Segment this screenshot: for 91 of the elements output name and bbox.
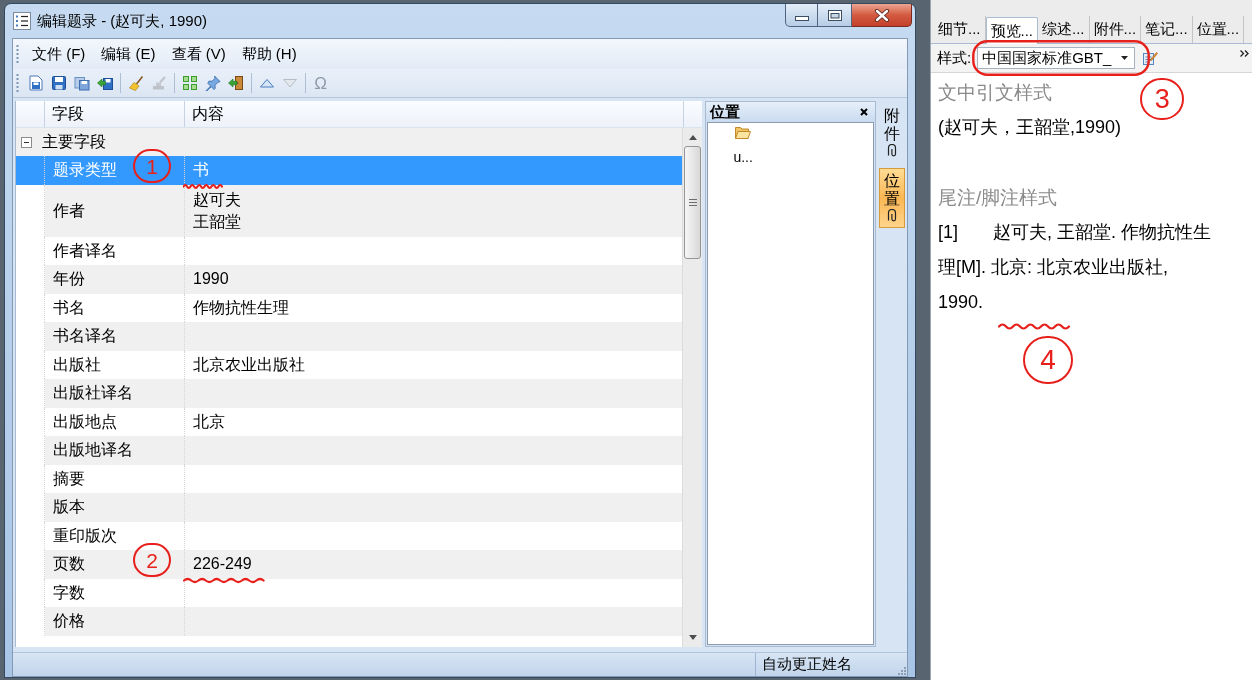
- menu-item[interactable]: 编辑 (E): [93, 42, 164, 66]
- field-value: 书: [193, 160, 209, 181]
- annotation-number: 4: [1023, 336, 1073, 384]
- grip-icon[interactable]: [16, 73, 19, 93]
- window-title: 编辑题录 - (赵可夫, 1990): [37, 10, 208, 31]
- status-text: 自动更正姓名: [762, 654, 852, 675]
- field-value: 1990: [193, 269, 229, 290]
- menu-item[interactable]: 文件 (F): [24, 42, 94, 66]
- field-name: 页数: [53, 554, 85, 575]
- paperclip-icon: [885, 144, 898, 159]
- field-value: 226-249: [193, 554, 252, 575]
- group-label: 主要字段: [42, 132, 106, 152]
- table-row[interactable]: 出版社译名: [16, 379, 683, 408]
- section-heading: 尾注/脚注样式: [938, 186, 1058, 210]
- field-name: 出版社译名: [53, 383, 133, 404]
- minimize-button[interactable]: [785, 4, 818, 27]
- style-label: 样式:: [937, 47, 972, 68]
- table-row[interactable]: 出版地译名: [16, 436, 683, 465]
- grip-icon[interactable]: [16, 44, 19, 64]
- double-chevron-icon[interactable]: [1240, 50, 1249, 57]
- tab[interactable]: 细节...: [934, 16, 986, 43]
- field-name: 年份: [53, 269, 85, 290]
- menu-item[interactable]: 查看 (V): [163, 42, 234, 66]
- column-header: 内容: [192, 104, 224, 124]
- group-row[interactable]: 主要字段: [16, 128, 683, 156]
- field-name: 价格: [53, 611, 85, 632]
- scroll-up-icon[interactable]: [688, 135, 697, 140]
- table-row[interactable]: 版本: [16, 493, 683, 522]
- close-icon: [873, 8, 890, 22]
- section-heading: 文中引文样式: [938, 81, 1052, 105]
- scrollbar-thumb[interactable]: [684, 146, 702, 259]
- page-floppy-icon[interactable]: [27, 75, 44, 91]
- floppy-pair-icon[interactable]: [73, 75, 90, 91]
- thumb-grip-icon: [688, 199, 697, 206]
- side-tab[interactable]: 位置: [878, 168, 905, 229]
- field-name: 版本: [53, 497, 85, 518]
- tab[interactable]: 位置...: [1192, 16, 1245, 43]
- close-button[interactable]: [852, 4, 912, 27]
- table-row[interactable]: 价格: [16, 607, 683, 636]
- field-name: 出版地点: [53, 411, 117, 432]
- column-header: 字段: [52, 104, 84, 124]
- field-value: 作物抗性生理: [193, 297, 289, 318]
- minimize-icon: [794, 16, 809, 21]
- arrow-floppy-icon[interactable]: [96, 75, 113, 91]
- table-row[interactable]: 书名译名: [16, 322, 683, 351]
- tree-item[interactable]: u...: [733, 149, 753, 165]
- collapse-icon[interactable]: [21, 136, 32, 148]
- side-tab[interactable]: 附件: [878, 103, 905, 164]
- scroll-down-icon[interactable]: [688, 635, 697, 640]
- tab[interactable]: 附件...: [1089, 16, 1142, 43]
- citation-text: [1] 赵可夫, 王韶堂. 作物抗性生理[M]. 北京: 北京农业出版社, 1990.: [938, 221, 1213, 314]
- resize-grip-icon[interactable]: [898, 667, 906, 675]
- field-name: 题录类型: [53, 160, 117, 181]
- broom-icon[interactable]: [127, 75, 144, 91]
- field-value: 北京农业出版社: [193, 354, 305, 375]
- field-value: 赵可夫: [193, 189, 241, 210]
- table-row[interactable]: 年份 1990: [16, 265, 683, 294]
- table-row[interactable]: 作者 赵可夫 王韶堂: [16, 184, 683, 237]
- caret-icon: [1121, 56, 1129, 60]
- list-icon: [13, 12, 31, 30]
- floppy-icon[interactable]: [50, 75, 67, 91]
- annotation-number: 2: [133, 543, 171, 577]
- annotation-number: 3: [1140, 78, 1185, 120]
- tab[interactable]: 综述...: [1038, 16, 1090, 43]
- field-name: 书名译名: [53, 326, 117, 347]
- field-name: 重印版次: [53, 525, 117, 546]
- field-name: 出版社: [53, 354, 101, 375]
- field-name: 出版地译名: [53, 440, 133, 461]
- maximize-icon: [827, 9, 842, 21]
- four-squares-icon[interactable]: [181, 75, 198, 91]
- door-arrow-icon[interactable]: [227, 75, 244, 91]
- maximize-button[interactable]: [818, 4, 852, 27]
- style-dropdown[interactable]: 中国国家标准GBT_: [977, 47, 1136, 69]
- field-value: 王韶堂: [193, 211, 241, 232]
- field-value: 北京: [193, 411, 225, 432]
- folder-icon[interactable]: [735, 126, 752, 139]
- annotation-underline: [183, 182, 223, 192]
- field-name: 作者译名: [53, 240, 117, 261]
- field-name: 作者: [53, 200, 85, 221]
- tab[interactable]: 笔记...: [1141, 16, 1193, 43]
- close-icon[interactable]: [860, 108, 869, 116]
- field-name: 字数: [53, 582, 85, 603]
- annotation-number: 1: [133, 149, 171, 183]
- pencil-page-icon[interactable]: [1142, 50, 1159, 66]
- field-name: 书名: [53, 297, 85, 318]
- citation-text: (赵可夫，王韶堂,1990): [938, 116, 1122, 139]
- paperclip-icon: [885, 209, 898, 224]
- pushpin-icon[interactable]: [204, 75, 221, 91]
- menu-item[interactable]: 帮助 (H): [233, 42, 305, 66]
- field-name: 摘要: [53, 468, 85, 489]
- panel-title: 位置: [710, 101, 741, 122]
